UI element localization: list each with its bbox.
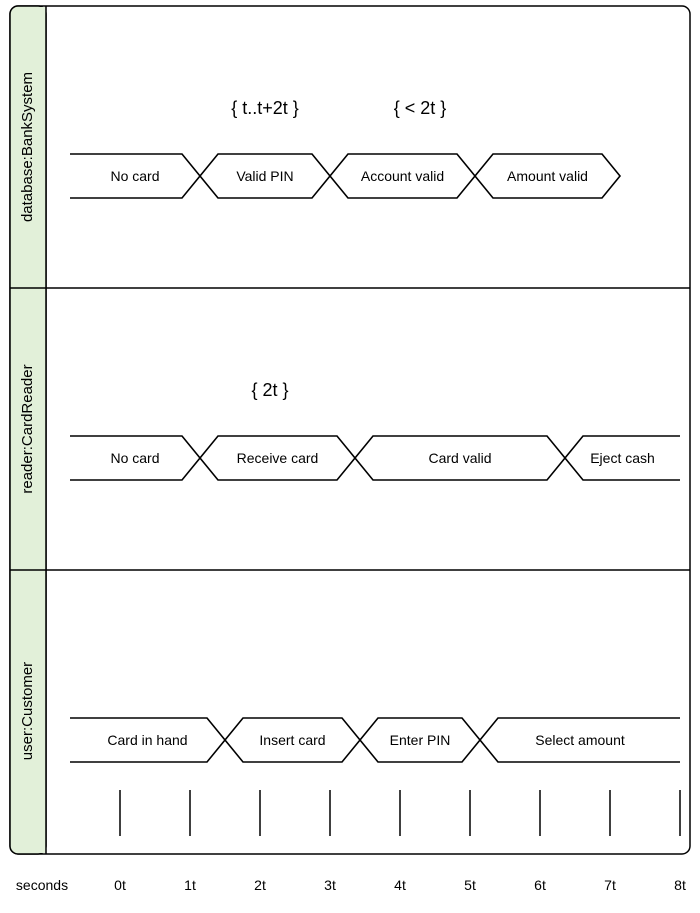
lane-label: reader:CardReader <box>19 364 36 493</box>
tick-label: 1t <box>184 877 196 893</box>
tick-label: 4t <box>394 877 406 893</box>
tick-label: 6t <box>534 877 546 893</box>
state-label: Select amount <box>535 732 625 748</box>
state-label: Card in hand <box>107 732 187 748</box>
state-label: No card <box>110 168 159 184</box>
lane-label: user:Customer <box>19 662 36 760</box>
tick-label: 3t <box>324 877 336 893</box>
tick-label: 7t <box>604 877 616 893</box>
state-label: No card <box>110 450 159 466</box>
axis-label: seconds <box>16 877 68 893</box>
timing-constraint: { 2t } <box>251 380 288 400</box>
tick-label: 5t <box>464 877 476 893</box>
tick-label: 8t <box>674 877 686 893</box>
state-label: Eject cash <box>590 450 655 466</box>
timing-constraint: { < 2t } <box>394 98 447 118</box>
tick-label: 0t <box>114 877 126 893</box>
state-label: Valid PIN <box>236 168 293 184</box>
state-label: Insert card <box>259 732 325 748</box>
state-label: Card valid <box>428 450 491 466</box>
state-label: Enter PIN <box>390 732 451 748</box>
state-label: Account valid <box>361 168 444 184</box>
lane-label: database:BankSystem <box>19 72 36 222</box>
tick-label: 2t <box>254 877 266 893</box>
timing-constraint: { t..t+2t } <box>231 98 299 118</box>
timing-diagram: database:BankSystem { t..t+2t } { < 2t } No… <box>0 0 700 908</box>
state-label: Receive card <box>237 450 319 466</box>
state-label: Amount valid <box>507 168 588 184</box>
